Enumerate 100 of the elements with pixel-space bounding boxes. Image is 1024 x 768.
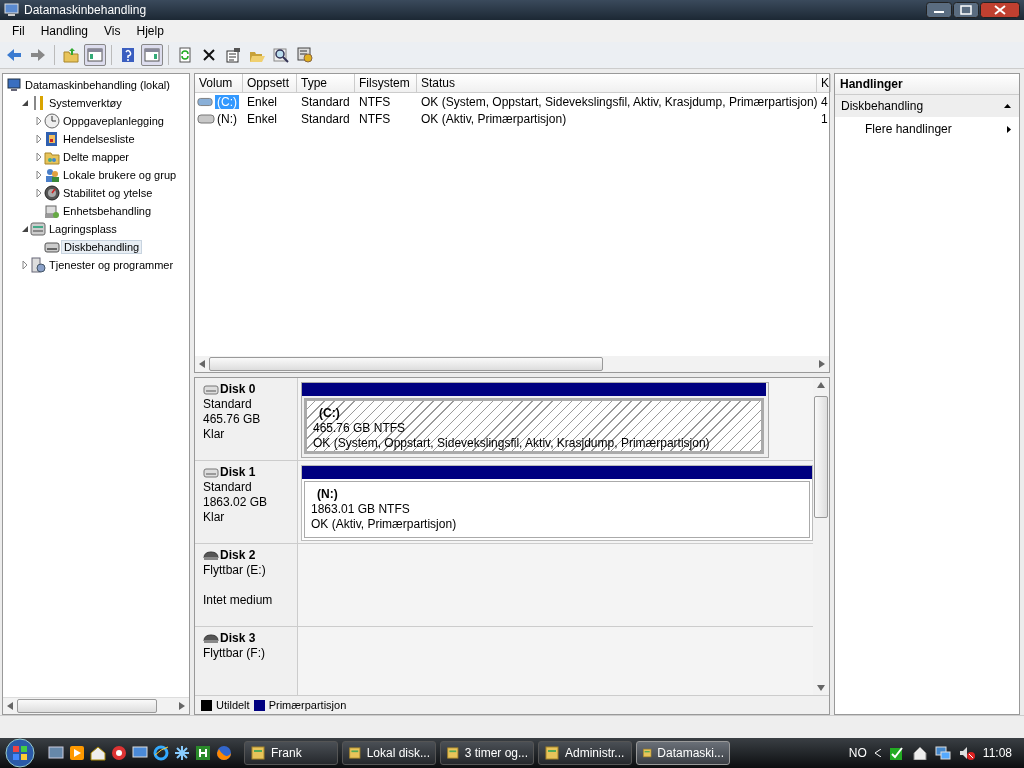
action-pane-button[interactable] bbox=[141, 44, 163, 66]
maximize-button[interactable] bbox=[953, 2, 979, 18]
disk-status: Klar bbox=[203, 510, 226, 525]
table-cell-text: Enkel bbox=[246, 110, 279, 127]
table-cell[interactable]: (N:) bbox=[217, 111, 237, 126]
right-arrow-icon bbox=[179, 702, 185, 710]
table-cell-text: OK (Aktiv, Primærpartisjon) bbox=[420, 110, 568, 127]
letter-tile-icon[interactable] bbox=[195, 745, 211, 761]
clock[interactable]: 11:08 bbox=[982, 746, 1012, 760]
disk-type: Standard bbox=[203, 397, 253, 412]
column-header[interactable]: Volum bbox=[195, 74, 243, 92]
partition-block[interactable]: (N:) 1863.01 GB NTFS OK (Aktiv, Primærpartisjon) bbox=[301, 465, 813, 541]
tree-item[interactable]: Tjenester og programmer bbox=[47, 258, 176, 272]
disk-type: Standard bbox=[203, 480, 253, 495]
check-shield-icon[interactable] bbox=[888, 745, 905, 761]
expand-triangle-icon[interactable] bbox=[35, 153, 43, 161]
tree-item[interactable]: Hendelsesliste bbox=[61, 132, 137, 146]
play-icon[interactable] bbox=[69, 745, 85, 761]
disk-status: Intet medium bbox=[203, 593, 274, 608]
disk-size: 1863.02 GB bbox=[203, 495, 269, 510]
gauge-icon bbox=[44, 185, 60, 201]
minimize-button[interactable] bbox=[926, 2, 952, 18]
window-title: Datamaskinbehandling bbox=[24, 3, 148, 17]
help-icon bbox=[120, 47, 136, 63]
taskbar-button[interactable]: 3 timer og... bbox=[440, 741, 534, 765]
house-icon[interactable] bbox=[90, 745, 106, 761]
column-header[interactable]: Filsystem bbox=[355, 74, 417, 92]
chevron-left-icon[interactable] bbox=[874, 749, 881, 757]
snowflake-icon[interactable] bbox=[174, 745, 190, 761]
tree-item[interactable]: Enhetsbehandling bbox=[61, 204, 154, 218]
house-icon[interactable] bbox=[912, 746, 927, 760]
horizontal-scrollbar[interactable] bbox=[195, 356, 829, 372]
taskbar-button[interactable]: Datamaski... bbox=[636, 741, 730, 765]
partition-label: (N:) bbox=[316, 487, 339, 502]
up-arrow-icon bbox=[817, 382, 825, 388]
expand-triangle-icon[interactable] bbox=[21, 261, 29, 269]
horizontal-scrollbar[interactable] bbox=[3, 697, 189, 714]
action-item[interactable]: Flere handlinger bbox=[835, 117, 1019, 141]
column-header[interactable]: Type bbox=[297, 74, 355, 92]
tree-item[interactable]: Systemverktøy bbox=[47, 96, 124, 110]
collapse-triangle-icon[interactable] bbox=[21, 99, 29, 107]
legend-label: Utildelt bbox=[216, 699, 250, 711]
storage-icon bbox=[30, 221, 46, 237]
forward-arrow-icon bbox=[30, 47, 46, 63]
column-header[interactable]: Status bbox=[417, 74, 817, 92]
tree-pane-button[interactable] bbox=[84, 44, 106, 66]
log-book-icon bbox=[44, 131, 60, 147]
partition-status: OK (System, Oppstart, Sidevekslingsfil, Aktiv, Krasjdump, Primærpartisjon) bbox=[313, 436, 711, 451]
disk-type: Flyttbar (F:) bbox=[203, 646, 266, 661]
desktop-icon[interactable] bbox=[48, 745, 64, 761]
tree-item[interactable]: Diskbehandling bbox=[61, 240, 143, 254]
monitor-icon[interactable] bbox=[132, 745, 148, 761]
vertical-scrollbar[interactable] bbox=[813, 378, 829, 695]
computer-icon bbox=[6, 77, 22, 93]
partition-size: 465.76 GB NTFS bbox=[313, 421, 407, 436]
services-icon bbox=[30, 257, 46, 273]
disk-name: Disk 1 bbox=[220, 465, 256, 480]
taskbar-button[interactable]: Administr... bbox=[538, 741, 632, 765]
menu-item[interactable]: Vis bbox=[96, 22, 129, 40]
table-cell-text: OK (System, Oppstart, Sidevekslingsfil, Aktiv, Krasjdump, Primærpartisjon) bbox=[420, 93, 817, 110]
menu-item[interactable]: Fil bbox=[4, 22, 33, 40]
tree-item[interactable]: Delte mapper bbox=[61, 150, 132, 164]
expand-triangle-icon[interactable] bbox=[35, 135, 43, 143]
column-header[interactable]: K bbox=[817, 74, 831, 92]
delete-icon bbox=[201, 47, 217, 63]
fox-globe-icon[interactable] bbox=[216, 745, 232, 761]
menu-item[interactable]: Handling bbox=[32, 22, 97, 40]
column-header[interactable]: Oppsett bbox=[243, 74, 297, 92]
properties-icon bbox=[225, 47, 241, 63]
partition-size: 1863.01 GB NTFS bbox=[311, 502, 411, 517]
menu-item[interactable]: Hjelp bbox=[128, 22, 172, 40]
action-pane-icon bbox=[144, 47, 160, 63]
ring-icon[interactable] bbox=[111, 745, 127, 761]
collapse-triangle-icon[interactable] bbox=[21, 225, 29, 233]
folder-up-icon bbox=[63, 47, 79, 63]
disk-type: Flyttbar (E:) bbox=[203, 563, 267, 578]
partition-block[interactable]: (C:) 465.76 GB NTFS OK (System, Oppstart, Sidevekslingsfil, Aktiv, Krasjdump, Primærpartisjon) bbox=[301, 382, 769, 458]
expand-triangle-icon[interactable] bbox=[35, 117, 43, 125]
drive-icon bbox=[197, 113, 215, 124]
tree-item[interactable]: Stabilitet og ytelse bbox=[61, 186, 155, 200]
taskbar-button[interactable]: Lokal disk... bbox=[342, 741, 436, 765]
globe-e-icon[interactable] bbox=[153, 745, 169, 761]
disk-size: 465.76 GB bbox=[203, 412, 262, 427]
action-section[interactable]: Diskbehandling bbox=[835, 95, 1019, 117]
tree-item[interactable]: Lokale brukere og grup bbox=[61, 168, 179, 182]
users-icon bbox=[44, 167, 60, 183]
clock-icon bbox=[44, 113, 60, 129]
close-button[interactable] bbox=[980, 2, 1020, 18]
tree-item[interactable]: Lagringsplass bbox=[47, 222, 119, 236]
settings-button[interactable] bbox=[294, 44, 316, 66]
tree-item[interactable]: Oppgaveplanlegging bbox=[61, 114, 166, 128]
expand-triangle-icon[interactable] bbox=[35, 189, 43, 197]
table-cell-text: Standard bbox=[300, 110, 351, 127]
expand-triangle-icon[interactable] bbox=[35, 171, 43, 179]
network-icon[interactable] bbox=[934, 745, 951, 761]
taskbar-button[interactable]: Frank bbox=[244, 741, 338, 765]
language-indicator[interactable]: NO bbox=[848, 746, 867, 760]
muted-speaker-icon[interactable] bbox=[958, 745, 975, 761]
window-icon bbox=[250, 745, 266, 761]
tree-item[interactable]: Datamaskinbehandling (lokal) bbox=[23, 78, 172, 92]
